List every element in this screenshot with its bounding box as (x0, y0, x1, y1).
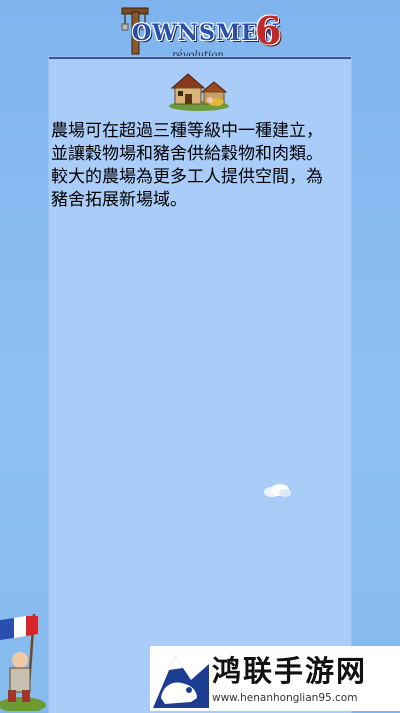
watermark-banner: 鸿联手游网 www.henanhonglian95.com (150, 646, 400, 711)
game-logo: OWNSMEN 6 révolution (110, 4, 290, 64)
logo-number: 6 (255, 8, 282, 53)
farm-building-icon (169, 73, 229, 111)
flag-bearer-mascot-icon (0, 613, 46, 711)
building-description: 農場可在超過三種等級中一種建立， 並讓穀物場和豬舍供給穀物和肉類。 較大的農場為… (51, 121, 323, 210)
watermark-url: www.henanhonglian95.com (212, 692, 358, 704)
watermark-title: 鸿联手游网 (212, 654, 368, 688)
bison-logo-icon (153, 656, 209, 708)
cloud-icon (264, 484, 291, 497)
